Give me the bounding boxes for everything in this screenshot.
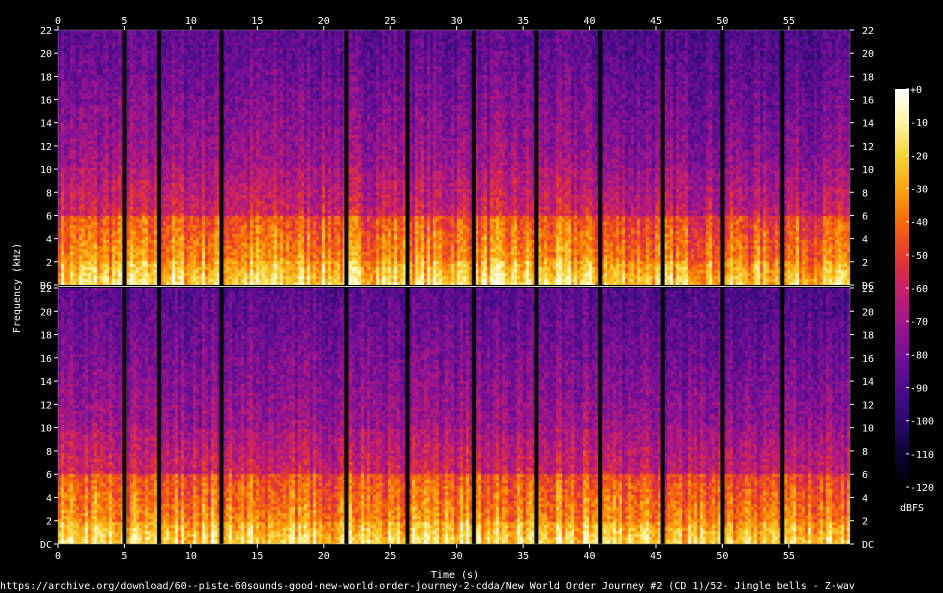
colorbar: +0 -10 -20 -30 -40 -50 -60 -70 -80 -90 -100 -110 -12…	[895, 85, 934, 494]
x-tick-label-top: 0	[55, 16, 61, 27]
y-tick-label-left: 12	[40, 400, 52, 411]
y-tick-label-right: 14	[862, 377, 874, 388]
y-tick-label-right: 10	[862, 165, 874, 176]
x-tick-label-bottom: 35	[517, 551, 529, 562]
y-tick-label-right: 22	[862, 284, 874, 295]
y-tick-label-right: 14	[862, 119, 874, 130]
y-tick-label-left: DC	[40, 540, 52, 551]
y-tick-label-left: 14	[40, 119, 52, 130]
y-tick-label-left: 4	[46, 493, 52, 504]
colorbar-tick-label: -80	[910, 350, 928, 361]
x-tick-label-top: 20	[318, 16, 330, 27]
y-tick-label-right: 6	[862, 211, 868, 222]
y-tick-label-left: 22	[40, 26, 52, 37]
y-tick-label-left: 20	[40, 49, 52, 60]
y-tick-label-left: 2	[46, 517, 52, 528]
y-axis-label: Frequency (kHz)	[12, 243, 23, 333]
y-tick-label-right: 2	[862, 517, 868, 528]
y-tick-label-right: 16	[862, 96, 874, 107]
x-tick-label-bottom: 45	[650, 551, 662, 562]
y-tick-label-right: DC	[862, 540, 874, 551]
y-tick-label-right: 8	[862, 188, 868, 199]
colorbar-tick-label: -50	[910, 251, 928, 262]
spectrogram-figure: 0055101015152020252530303535404045455050…	[0, 16, 934, 592]
y-tick-label-left: 16	[40, 354, 52, 365]
spectrogram-channel-2	[58, 288, 850, 544]
x-tick-label-top: 35	[517, 16, 529, 27]
y-tick-label-left: 18	[40, 72, 52, 83]
x-tick-label-top: 30	[451, 16, 463, 27]
colorbar-label: dBFS	[900, 503, 924, 514]
x-tick-label-bottom: 50	[716, 551, 728, 562]
x-tick-label-top: 5	[121, 16, 127, 27]
x-tick-label-bottom: 40	[584, 551, 596, 562]
y-tick-label-left: 10	[40, 424, 52, 435]
x-tick-label-top: 40	[584, 16, 596, 27]
x-tick-label-top: 45	[650, 16, 662, 27]
x-tick-label-bottom: 5	[121, 551, 127, 562]
y-tick-label-left: 20	[40, 307, 52, 318]
x-tick-label-bottom: 20	[318, 551, 330, 562]
colorbar-tick-label: -110	[910, 450, 934, 461]
x-axis-label: Time (s)	[431, 570, 479, 581]
x-tick-label-bottom: 25	[384, 551, 396, 562]
x-tick-label-bottom: 55	[783, 551, 795, 562]
x-tick-label-top: 25	[384, 16, 396, 27]
source-url: https://archive.org/download/60--piste-6…	[0, 581, 855, 592]
colorbar-tick-label: -10	[910, 118, 928, 129]
colorbar-tick-label: -60	[910, 284, 928, 295]
colorbar-tick-label: -70	[910, 317, 928, 328]
y-tick-label-left: 4	[46, 235, 52, 246]
colorbar-tick-label: -100	[910, 417, 934, 428]
spectrogram-channel-1	[58, 30, 850, 285]
colorbar-tick-label: +0	[910, 85, 922, 96]
y-tick-label-right: 2	[862, 258, 868, 269]
y-tick-label-left: 10	[40, 165, 52, 176]
y-tick-label-left: 16	[40, 96, 52, 107]
y-tick-label-right: 18	[862, 331, 874, 342]
spectrogram-panels	[58, 30, 850, 544]
y-tick-label-right: 12	[862, 142, 874, 153]
y-tick-label-right: 10	[862, 424, 874, 435]
y-tick-label-left: 2	[46, 258, 52, 269]
y-tick-label-right: 22	[862, 26, 874, 37]
x-tick-label-top: 10	[185, 16, 197, 27]
y-tick-label-left: 6	[46, 211, 52, 222]
y-tick-label-right: 4	[862, 493, 868, 504]
x-tick-label-top: 55	[783, 16, 795, 27]
y-tick-label-left: 22	[40, 284, 52, 295]
y-tick-label-right: 8	[862, 447, 868, 458]
colorbar-tick-label: -120	[910, 483, 934, 494]
x-tick-label-bottom: 10	[185, 551, 197, 562]
y-tick-label-left: 8	[46, 447, 52, 458]
colorbar-tick-label: -30	[910, 185, 928, 196]
x-tick-label-top: 15	[251, 16, 263, 27]
y-tick-label-right: 12	[862, 400, 874, 411]
y-tick-label-right: 20	[862, 307, 874, 318]
colorbar-tick-label: -90	[910, 384, 928, 395]
y-tick-label-right: 6	[862, 470, 868, 481]
y-tick-label-left: 8	[46, 188, 52, 199]
y-tick-label-right: 16	[862, 354, 874, 365]
y-tick-label-right: 18	[862, 72, 874, 83]
y-tick-label-left: 12	[40, 142, 52, 153]
colorbar-tick-label: -20	[910, 151, 928, 162]
y-tick-label-right: 20	[862, 49, 874, 60]
x-tick-label-bottom: 15	[251, 551, 263, 562]
colorbar-tick-label: -40	[910, 218, 928, 229]
y-tick-label-left: 14	[40, 377, 52, 388]
y-tick-label-right: 4	[862, 235, 868, 246]
y-tick-label-left: 6	[46, 470, 52, 481]
x-tick-label-bottom: 0	[55, 551, 61, 562]
x-tick-label-top: 50	[716, 16, 728, 27]
y-tick-label-left: 18	[40, 331, 52, 342]
x-tick-label-bottom: 30	[451, 551, 463, 562]
